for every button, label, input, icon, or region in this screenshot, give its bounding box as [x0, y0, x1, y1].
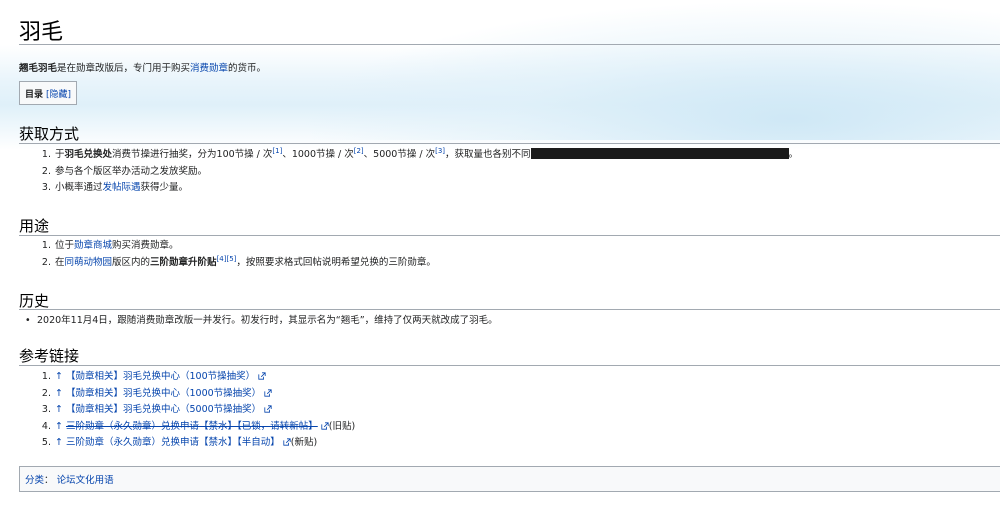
reference-link[interactable]: 【勋章相关】羽毛兑换中心（1000节操抽奖）	[66, 388, 261, 399]
reference-suffix: (新贴)	[290, 437, 318, 448]
reference-link-1[interactable]: [1]	[272, 147, 282, 155]
category-link[interactable]: 论坛文化用语	[57, 472, 114, 486]
link-zoo-forum[interactable]: 同萌动物园	[65, 257, 113, 268]
title-divider	[19, 44, 1000, 45]
redacted-text-block	[530, 148, 789, 159]
reference-link[interactable]: 三阶勋章（永久勋章）兑换申请【禁水】【半自动】	[66, 437, 280, 448]
list-item: • 2020年11月4日，跟随消费勋章改版一并发行。初发行时，其显示名为“翘毛”，…	[25, 313, 498, 330]
reference-link-5[interactable]: [5]	[226, 254, 236, 262]
reference-item: 5. ↑ 三阶勋章（永久勋章）兑换申请【禁水】【半自动】 (新贴)	[41, 437, 318, 448]
external-link-icon	[283, 438, 291, 446]
section-heading-references: 参考链接	[19, 347, 80, 365]
reference-suffix: (旧贴)	[328, 420, 356, 432]
lead-link-consumable-medal[interactable]: 消费勋章	[190, 63, 228, 74]
lead-text-2: 的货币。	[228, 63, 267, 74]
usage-list: 1. 位于勋章商城购买消费勋章。 2. 在同萌动物园版区内的三阶勋章升阶贴[4][5…	[35, 238, 436, 271]
section-heading-history: 历史	[19, 292, 50, 310]
link-medal-shop[interactable]: 勋章商城	[74, 240, 112, 251]
reference-link-3[interactable]: [3]	[435, 147, 445, 155]
lead-paragraph: 翘毛羽毛是在勋章改版后，专门用于购买消费勋章的货币。	[19, 60, 266, 74]
section-divider	[19, 235, 1000, 236]
reference-link[interactable]: 【勋章相关】羽毛兑换中心（5000节操抽奖）	[66, 404, 261, 415]
lead-text-1: 是在勋章改版后，专门用于购买	[57, 63, 191, 74]
external-link-icon	[321, 421, 329, 430]
reference-link[interactable]: 【勋章相关】羽毛兑换中心（100节操抽奖）	[66, 371, 255, 382]
back-arrow-link[interactable]: ↑	[55, 421, 63, 432]
section-divider	[19, 309, 1000, 310]
acquire-list: 1. 于羽毛兑换处消费节操进行抽奖，分为100节操 / 次[1]、1000节操 /…	[35, 147, 798, 197]
toc-toggle-link[interactable]: [隐藏]	[46, 87, 71, 100]
section-divider	[19, 143, 1000, 144]
history-list: • 2020年11月4日，跟随消费勋章改版一并发行。初发行时，其显示名为“翘毛”，…	[25, 313, 498, 330]
category-label-link[interactable]: 分类	[25, 472, 44, 486]
external-link-icon	[258, 372, 266, 380]
bullet-icon: •	[25, 315, 31, 326]
bold-term: 三阶勋章升阶贴	[150, 256, 217, 268]
lead-bold-term: 翘毛羽毛	[19, 63, 58, 74]
external-link-icon	[264, 405, 272, 413]
list-item: 2. 在同萌动物园版区内的三阶勋章升阶贴[4][5]，按照要求格式回帖说明希望兑换…	[41, 254, 436, 268]
back-arrow-link[interactable]: ↑	[55, 404, 63, 415]
table-of-contents: 目录 [隐藏]	[19, 81, 78, 105]
reference-item: 3. ↑ 【勋章相关】羽毛兑换中心（5000节操抽奖）	[35, 402, 355, 419]
section-divider	[19, 365, 1000, 366]
back-arrow-link[interactable]: ↑	[55, 437, 63, 448]
reference-link-struck[interactable]: 三阶勋章（永久勋章）兑换申请【禁水】【已锁，请转新帖】	[66, 421, 318, 432]
section-heading-usage: 用途	[19, 217, 50, 235]
list-item: 1. 位于勋章商城购买消费勋章。	[41, 240, 179, 251]
back-arrow-link[interactable]: ↑	[55, 388, 63, 399]
link-posting-encounter[interactable]: 发帖际遇	[103, 182, 141, 193]
toc-label: 目录	[25, 89, 44, 100]
list-item: 1. 于羽毛兑换处消费节操进行抽奖，分为100节操 / 次[1]、1000节操 /…	[41, 146, 799, 160]
reference-item: 4. ↑ 三阶勋章（永久勋章）兑换申请【禁水】【已锁，请转新帖】 (旧贴)	[41, 420, 356, 432]
category-bar: 分类： 论坛文化用语	[19, 466, 1000, 492]
list-item: 2. 参与各个版区举办活动之发放奖励。	[41, 165, 208, 177]
external-link-icon	[264, 388, 272, 397]
section-heading-acquire: 获取方式	[19, 125, 80, 143]
references-list: 1. ↑ 【勋章相关】羽毛兑换中心（100节操抽奖） 2. ↑ 【勋章相关】羽毛兑换…	[35, 369, 355, 452]
list-item: 3. 小概率通过发帖际遇获得少量。	[41, 182, 189, 193]
bold-term: 羽毛兑换处	[64, 149, 113, 160]
category-separator: ：	[44, 475, 54, 486]
reference-item: 2. ↑ 【勋章相关】羽毛兑换中心（1000节操抽奖）	[35, 386, 355, 403]
reference-link-2[interactable]: [2]	[354, 147, 364, 155]
back-arrow-link[interactable]: ↑	[55, 371, 63, 382]
page-title: 羽毛	[19, 20, 64, 45]
reference-item: 1. ↑ 【勋章相关】羽毛兑换中心（100节操抽奖）	[35, 369, 355, 386]
reference-link-4[interactable]: [4]	[217, 254, 227, 262]
